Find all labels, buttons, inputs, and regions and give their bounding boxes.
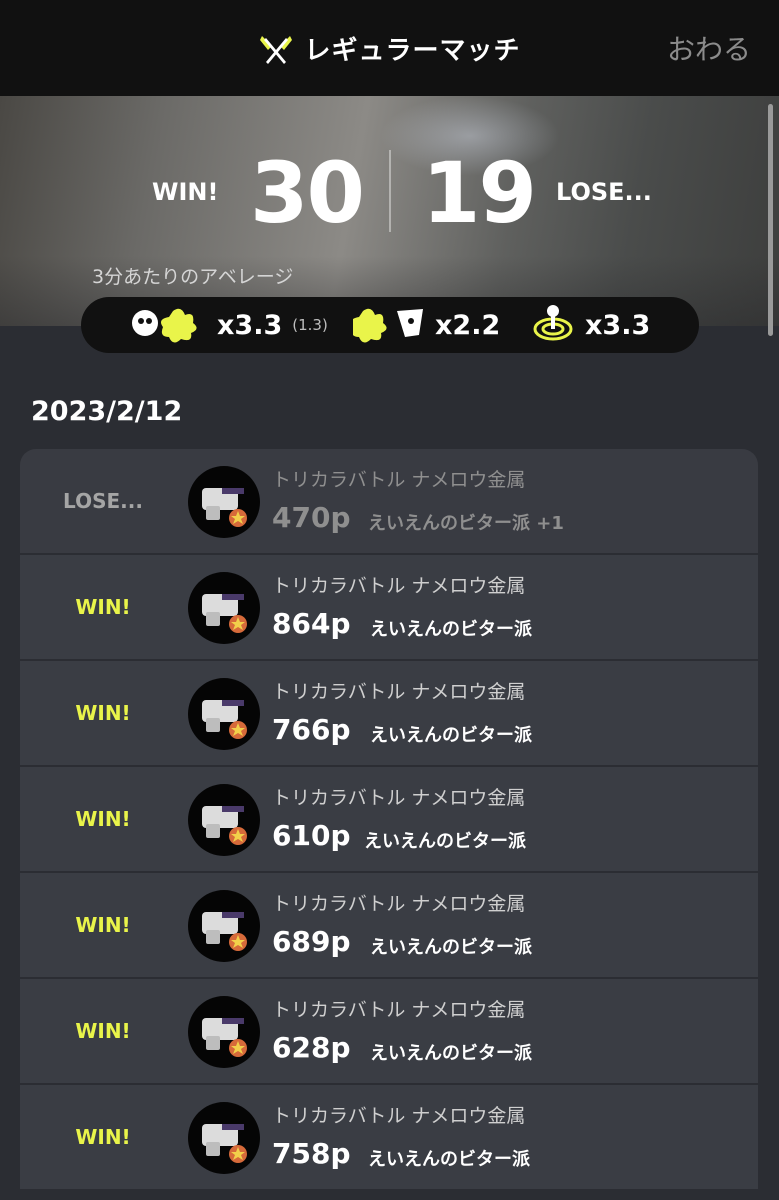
score-summary: WIN! 30 19 LOSE... bbox=[0, 150, 779, 240]
match-tag: えいえんのビター派 bbox=[368, 1149, 530, 1170]
match-row[interactable]: WIN! トリカラバトル ナメロウ金属 758p えいえんのビター派 bbox=[20, 1085, 758, 1189]
match-points: 766p bbox=[272, 713, 351, 746]
stat-splats-assist: (1.3) bbox=[292, 316, 328, 334]
stat-splats-value: x3.3 bbox=[217, 309, 283, 341]
match-row[interactable]: LOSE... トリカラバトル ナメロウ金属 470p えいえんのビター派 +1 bbox=[20, 449, 758, 553]
regular-battle-icon bbox=[258, 30, 294, 66]
match-result: WIN! bbox=[75, 1019, 131, 1043]
weapon-icon bbox=[188, 784, 260, 856]
death-icon bbox=[351, 303, 429, 347]
match-result: WIN! bbox=[75, 807, 131, 831]
date-heading: 2023/2/12 bbox=[31, 396, 183, 427]
score-divider bbox=[389, 150, 391, 232]
match-result: LOSE... bbox=[63, 489, 143, 513]
special-icon bbox=[527, 303, 579, 347]
match-stage: トリカラバトル ナメロウ金属 bbox=[272, 893, 526, 915]
match-tag: えいえんのビター派 +1 bbox=[368, 513, 564, 534]
stat-splats: x3.3 (1.3) bbox=[129, 305, 328, 345]
win-label: WIN! bbox=[152, 178, 219, 206]
mode-title: レギュラーマッチ bbox=[258, 30, 520, 67]
match-stage: トリカラバトル ナメロウ金属 bbox=[272, 681, 526, 703]
stat-specials-value: x3.3 bbox=[585, 309, 651, 341]
match-stage: トリカラバトル ナメロウ金属 bbox=[272, 787, 526, 809]
weapon-icon bbox=[188, 996, 260, 1068]
match-points: 689p bbox=[272, 925, 351, 958]
match-result: WIN! bbox=[75, 701, 131, 725]
weapon-icon bbox=[188, 890, 260, 962]
lose-label: LOSE... bbox=[556, 178, 652, 206]
match-stage: トリカラバトル ナメロウ金属 bbox=[272, 469, 526, 491]
match-list: LOSE... トリカラバトル ナメロウ金属 470p えいえんのビター派 +1… bbox=[20, 449, 758, 1200]
match-row[interactable]: WIN! トリカラバトル ナメロウ金属 610p えいえんのビター派 bbox=[20, 767, 758, 871]
average-label: 3分あたりのアベレージ bbox=[92, 266, 294, 288]
top-bar: レギュラーマッチ おわる bbox=[0, 0, 779, 96]
match-row[interactable]: WIN! トリカラバトル ナメロウ金属 689p えいえんのビター派 bbox=[20, 873, 758, 977]
match-result: WIN! bbox=[75, 913, 131, 937]
match-points: 470p bbox=[272, 501, 351, 534]
match-row[interactable]: WIN! トリカラバトル ナメロウ金属 628p えいえんのビター派 bbox=[20, 979, 758, 1083]
match-points: 864p bbox=[272, 607, 351, 640]
match-points: 610p bbox=[272, 819, 351, 852]
match-tag: えいえんのビター派 bbox=[370, 725, 532, 746]
weapon-icon bbox=[188, 678, 260, 750]
average-stats-bar: x3.3 (1.3) x2.2 x3.3 bbox=[81, 297, 699, 353]
stat-specials: x3.3 bbox=[527, 305, 650, 345]
splat-icon bbox=[129, 303, 211, 347]
match-tag: えいえんのビター派 bbox=[370, 1043, 532, 1064]
match-tag: えいえんのビター派 bbox=[370, 619, 532, 640]
match-result: WIN! bbox=[75, 595, 131, 619]
weapon-icon bbox=[188, 572, 260, 644]
scrollbar[interactable] bbox=[768, 104, 773, 336]
weapon-icon bbox=[188, 1102, 260, 1174]
match-row[interactable]: WIN! トリカラバトル ナメロウ金属 766p えいえんのビター派 bbox=[20, 661, 758, 765]
quit-button[interactable]: おわる bbox=[667, 28, 751, 68]
match-points: 758p bbox=[272, 1137, 351, 1170]
match-tag: えいえんのビター派 bbox=[364, 831, 526, 852]
mode-title-text: レギュラーマッチ bbox=[304, 35, 521, 66]
stat-deaths-value: x2.2 bbox=[435, 309, 501, 341]
weapon-icon bbox=[188, 466, 260, 538]
stat-deaths: x2.2 bbox=[351, 303, 501, 347]
match-stage: トリカラバトル ナメロウ金属 bbox=[272, 1105, 526, 1127]
match-stage: トリカラバトル ナメロウ金属 bbox=[272, 999, 526, 1021]
match-tag: えいえんのビター派 bbox=[370, 937, 532, 958]
lose-count: 19 bbox=[422, 144, 537, 242]
match-points: 628p bbox=[272, 1031, 351, 1064]
match-result: WIN! bbox=[75, 1125, 131, 1149]
match-row[interactable]: WIN! トリカラバトル ナメロウ金属 864p えいえんのビター派 bbox=[20, 555, 758, 659]
match-stage: トリカラバトル ナメロウ金属 bbox=[272, 575, 526, 597]
win-count: 30 bbox=[250, 144, 365, 242]
